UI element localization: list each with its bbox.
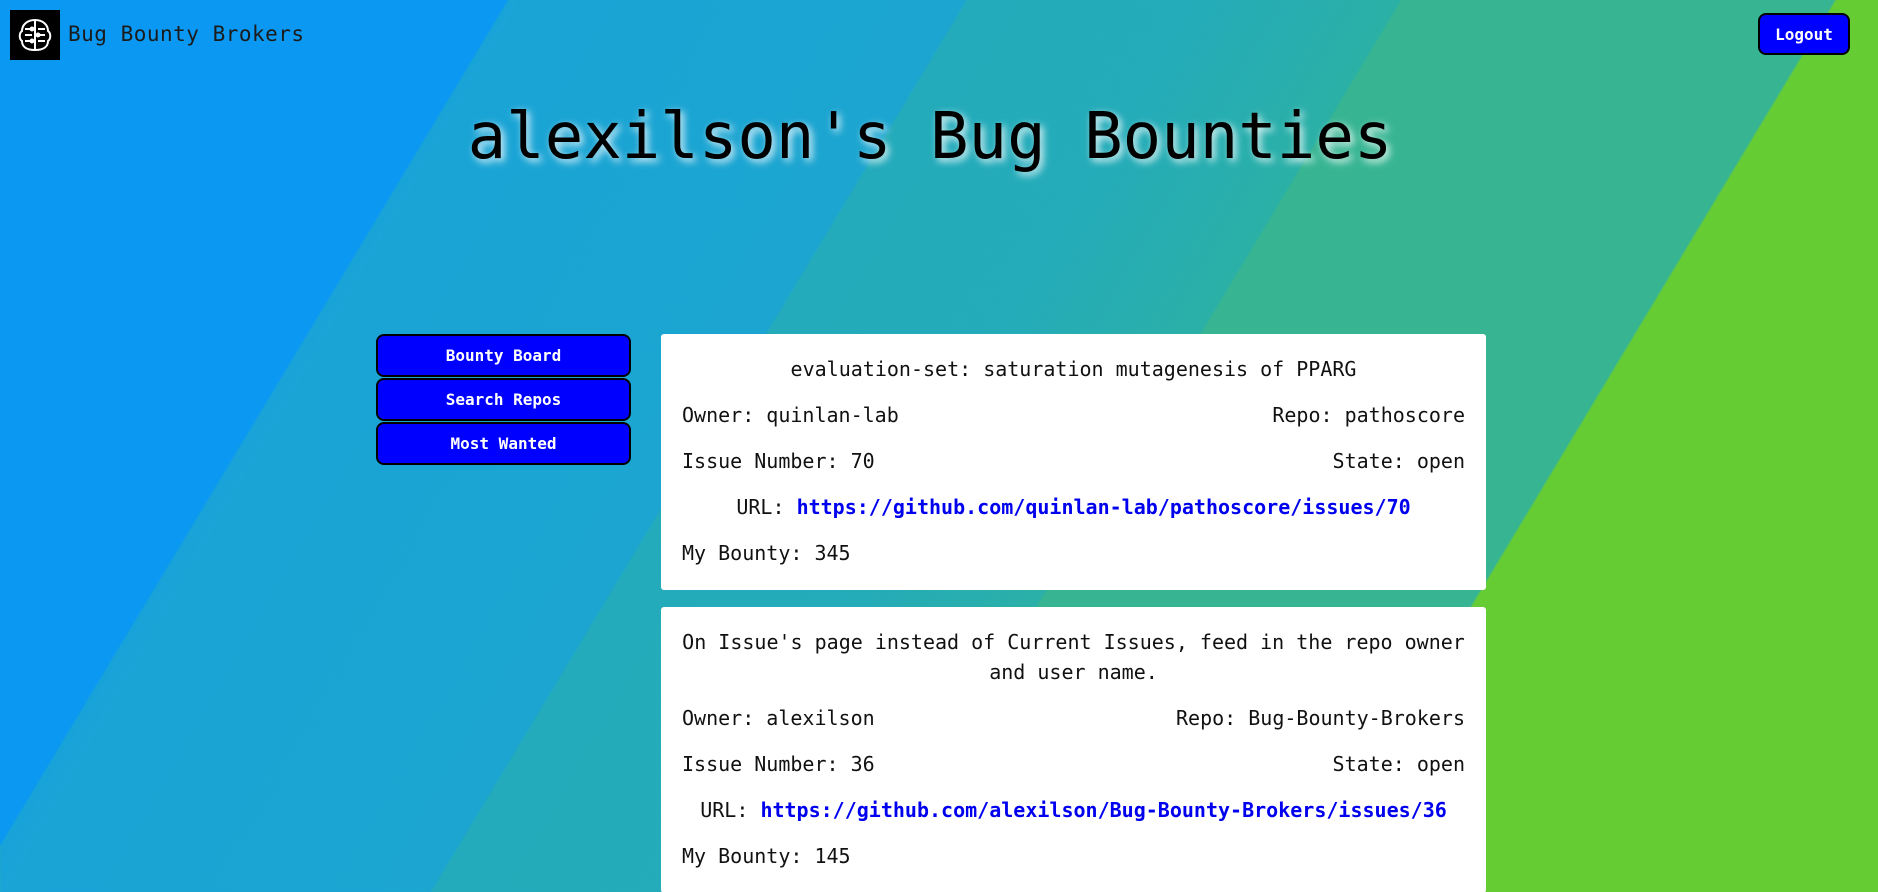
bounty-card: On Issue's page instead of Current Issue… <box>661 607 1486 892</box>
repo-text: Repo: pathoscore <box>1272 403 1465 427</box>
owner-repo-row: Owner: alexilson Repo: Bug-Bounty-Broker… <box>682 703 1465 733</box>
url-row: URL: https://github.com/alexilson/Bug-Bo… <box>682 795 1465 825</box>
state-text: State: open <box>1332 752 1465 776</box>
owner-repo-row: Owner: quinlan-lab Repo: pathoscore <box>682 400 1465 430</box>
my-bounty-text: My Bounty: 345 <box>682 541 851 565</box>
issue-title: evaluation-set: saturation mutagenesis o… <box>790 357 1357 381</box>
issue-number-text: Issue Number: 36 <box>682 752 875 776</box>
my-bounty-text: My Bounty: 145 <box>682 844 851 868</box>
brain-logo-icon[interactable] <box>10 10 60 60</box>
url-label: URL: <box>700 798 749 822</box>
bounty-board-button[interactable]: Bounty Board <box>376 334 631 377</box>
top-bar: Bug Bounty Brokers Logout <box>10 10 1850 60</box>
state-text: State: open <box>1332 449 1465 473</box>
url-row: URL: https://github.com/quinlan-lab/path… <box>682 492 1465 522</box>
issue-title: On Issue's page instead of Current Issue… <box>682 630 1465 684</box>
issue-url-link[interactable]: https://github.com/alexilson/Bug-Bounty-… <box>760 798 1446 822</box>
brand-name[interactable]: Bug Bounty Brokers <box>68 22 305 46</box>
search-repos-button[interactable]: Search Repos <box>376 378 631 421</box>
owner-text: Owner: quinlan-lab <box>682 403 899 427</box>
issue-state-row: Issue Number: 36 State: open <box>682 749 1465 779</box>
page-title: alexilson's Bug Bounties <box>467 100 1393 174</box>
side-nav: Bounty Board Search Repos Most Wanted <box>376 334 631 466</box>
url-label: URL: <box>736 495 785 519</box>
issue-number-text: Issue Number: 70 <box>682 449 875 473</box>
brain-icon <box>18 18 52 52</box>
owner-text: Owner: alexilson <box>682 706 875 730</box>
bounty-list: evaluation-set: saturation mutagenesis o… <box>661 334 1486 892</box>
issue-state-row: Issue Number: 70 State: open <box>682 446 1465 476</box>
most-wanted-button[interactable]: Most Wanted <box>376 422 631 465</box>
repo-text: Repo: Bug-Bounty-Brokers <box>1176 706 1465 730</box>
issue-url-link[interactable]: https://github.com/quinlan-lab/pathoscor… <box>797 495 1411 519</box>
bounty-card: evaluation-set: saturation mutagenesis o… <box>661 334 1486 590</box>
logout-button[interactable]: Logout <box>1758 13 1850 55</box>
